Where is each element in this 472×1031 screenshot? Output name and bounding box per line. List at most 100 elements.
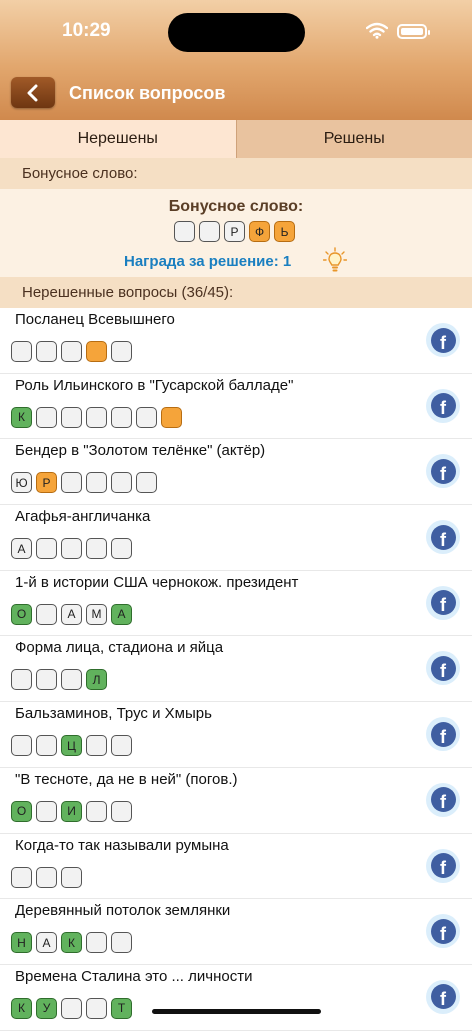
questions-section-header: Нерешенные вопросы (36/45):	[0, 277, 472, 308]
letter-box	[36, 867, 57, 888]
question-row[interactable]: "В тесноте, да не в ней" (погов.)ОИf	[0, 768, 472, 834]
letter-box: Н	[11, 932, 32, 953]
facebook-share-button[interactable]: f	[426, 783, 460, 817]
letter-box	[111, 407, 132, 428]
answer-letters: Л	[11, 669, 107, 690]
facebook-icon: f	[431, 328, 456, 353]
answer-letters: НАК	[11, 932, 132, 953]
question-text: Бендер в "Золотом телёнке" (актёр)	[15, 442, 265, 459]
question-row[interactable]: Когда-то так называли румынаf	[0, 834, 472, 900]
letter-box: У	[36, 998, 57, 1019]
dynamic-island	[168, 13, 305, 52]
letter-box	[86, 538, 107, 559]
letter-box: Р	[36, 472, 57, 493]
letter-box	[86, 407, 107, 428]
letter-box	[36, 735, 57, 756]
letter-box	[61, 538, 82, 559]
letter-box: Л	[86, 669, 107, 690]
letter-box	[136, 472, 157, 493]
letter-box	[11, 735, 32, 756]
answer-letters: К	[11, 407, 182, 428]
tab-unsolved[interactable]: Нерешены	[0, 120, 236, 158]
facebook-icon: f	[431, 722, 456, 747]
bonus-word-letters: РФЬ	[174, 221, 295, 242]
letter-box: Ю	[11, 472, 32, 493]
bonus-section-header: Бонусное слово:	[0, 158, 472, 189]
letter-box	[174, 221, 195, 242]
letter-box	[111, 932, 132, 953]
question-row[interactable]: Деревянный потолок землянки НАК f	[0, 899, 472, 965]
letter-box	[61, 341, 82, 362]
question-text: Роль Ильинского в "Гусарской балладе"	[15, 377, 293, 394]
letter-box	[86, 801, 107, 822]
letter-box	[86, 932, 107, 953]
facebook-share-button[interactable]: f	[426, 323, 460, 357]
letter-box: К	[11, 998, 32, 1019]
facebook-share-button[interactable]: f	[426, 980, 460, 1014]
letter-box: М	[86, 604, 107, 625]
answer-letters: ОИ	[11, 801, 132, 822]
facebook-share-button[interactable]: f	[426, 651, 460, 685]
letter-box: К	[11, 407, 32, 428]
lightbulb-icon[interactable]	[323, 247, 347, 280]
question-text: Деревянный потолок землянки	[15, 902, 230, 919]
letter-box	[61, 669, 82, 690]
status-time: 10:29	[62, 20, 111, 42]
question-row[interactable]: Форма лица, стадиона и яйцаЛf	[0, 636, 472, 702]
question-row[interactable]: Бальзаминов, Трус и ХмырьЦf	[0, 702, 472, 768]
letter-box	[86, 472, 107, 493]
facebook-icon: f	[431, 459, 456, 484]
letter-box	[11, 867, 32, 888]
letter-box: Ь	[274, 221, 295, 242]
letter-box	[36, 669, 57, 690]
facebook-share-button[interactable]: f	[426, 389, 460, 423]
letter-box	[199, 221, 220, 242]
question-text: Времена Сталина это ... личности	[15, 968, 252, 985]
question-text: Агафья-англичанка	[15, 508, 150, 525]
question-row[interactable]: Роль Ильинского в "Гусарской балладе" Кf	[0, 374, 472, 440]
question-text: 1-й в истории США чернокож. президент	[15, 574, 298, 591]
letter-box	[111, 538, 132, 559]
letter-box	[36, 801, 57, 822]
letter-box	[86, 341, 107, 362]
facebook-share-button[interactable]: f	[426, 849, 460, 883]
back-button[interactable]	[11, 77, 55, 108]
facebook-share-button[interactable]: f	[426, 520, 460, 554]
question-row[interactable]: Бендер в "Золотом телёнке" (актёр) ЮРf	[0, 439, 472, 505]
letter-box	[111, 735, 132, 756]
letter-box	[36, 538, 57, 559]
letter-box	[111, 341, 132, 362]
letter-box	[11, 669, 32, 690]
question-row[interactable]: Агафья-англичанка Аf	[0, 505, 472, 571]
answer-letters: КУ Т	[11, 998, 132, 1019]
letter-box	[86, 998, 107, 1019]
wifi-icon	[366, 22, 388, 44]
bonus-word-title: Бонусное слово:	[0, 198, 472, 216]
answer-letters	[11, 341, 132, 362]
letter-box	[111, 472, 132, 493]
question-row[interactable]: Времена Сталина это ... личности КУ Тf	[0, 965, 472, 1031]
letter-box: К	[61, 932, 82, 953]
facebook-share-button[interactable]: f	[426, 586, 460, 620]
facebook-share-button[interactable]: f	[426, 914, 460, 948]
answer-letters: А	[11, 538, 132, 559]
question-row[interactable]: Посланец Всевышнегоf	[0, 308, 472, 374]
letter-box: Т	[111, 998, 132, 1019]
facebook-icon: f	[431, 984, 456, 1009]
answer-letters	[11, 867, 82, 888]
reward-text: Награда за решение: 1	[124, 253, 291, 270]
letter-box: А	[111, 604, 132, 625]
letter-box	[61, 472, 82, 493]
letter-box: О	[11, 604, 32, 625]
bonus-word-panel[interactable]: Бонусное слово: РФЬ Награда за решение: …	[0, 189, 472, 277]
facebook-share-button[interactable]: f	[426, 717, 460, 751]
facebook-share-button[interactable]: f	[426, 454, 460, 488]
tab-solved[interactable]: Решены	[236, 120, 472, 158]
question-row[interactable]: 1-й в истории США чернокож. президент О АМ…	[0, 571, 472, 637]
letter-box: А	[11, 538, 32, 559]
facebook-icon: f	[431, 525, 456, 550]
letter-box	[61, 867, 82, 888]
facebook-icon: f	[431, 393, 456, 418]
page-title: Список вопросов	[69, 83, 225, 104]
letter-box: Ц	[61, 735, 82, 756]
